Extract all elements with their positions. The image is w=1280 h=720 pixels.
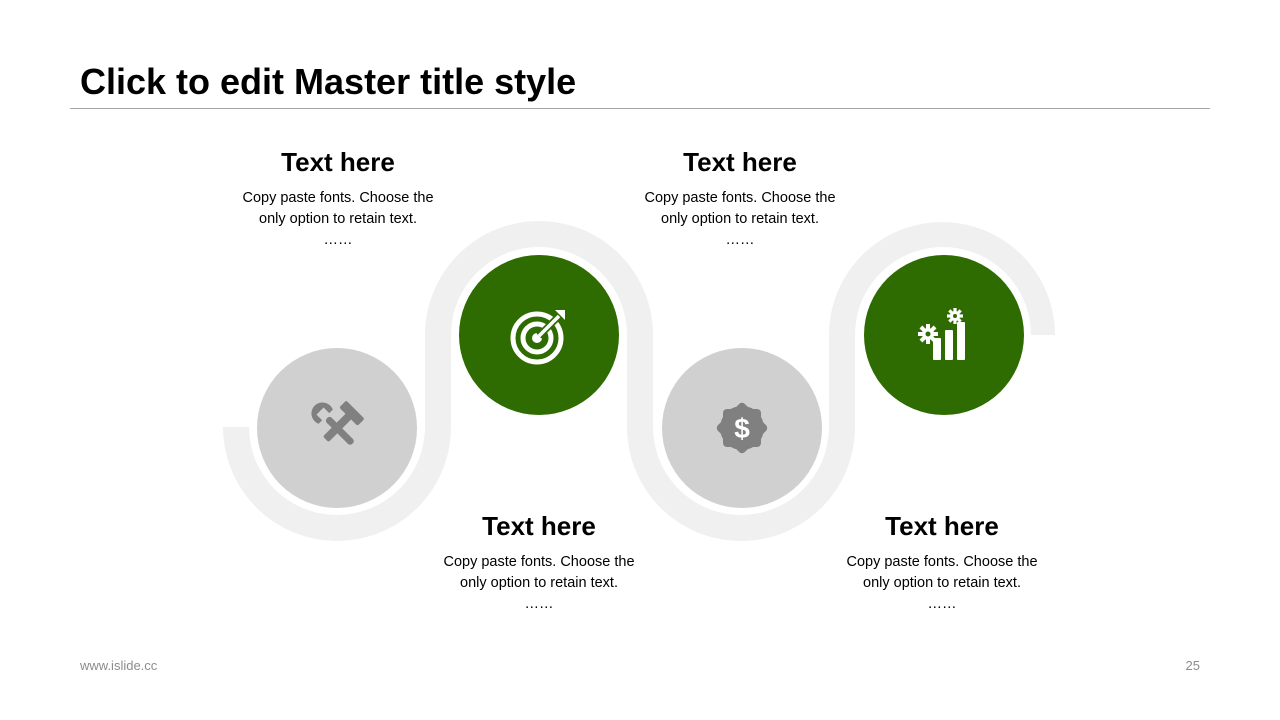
step-2-text: Text here Copy paste fonts. Choose the o… <box>419 510 659 612</box>
step-4-dots: …… <box>927 596 957 612</box>
step-2-description[interactable]: Copy paste fonts. Choose the only option… <box>419 552 659 594</box>
step-4-text: Text here Copy paste fonts. Choose the o… <box>822 510 1062 612</box>
page-number: 25 <box>1185 658 1200 673</box>
step-3-line-2: only option to retain text. <box>661 211 819 227</box>
svg-text:$: $ <box>734 413 750 444</box>
step-4-heading[interactable]: Text here <box>822 510 1062 542</box>
step-3-text: Text here Copy paste fonts. Choose the o… <box>620 146 860 248</box>
step-2-heading[interactable]: Text here <box>419 510 659 542</box>
step-3-line-1: Copy paste fonts. Choose the <box>644 190 836 206</box>
step-1-line-1: Copy paste fonts. Choose the <box>242 190 434 206</box>
step-3-heading[interactable]: Text here <box>620 146 860 178</box>
step-1-heading[interactable]: Text here <box>218 146 458 178</box>
step-1-line-2: only option to retain text. <box>259 211 417 227</box>
step-2-dots: …… <box>524 596 554 612</box>
step-1-text: Text here Copy paste fonts. Choose the o… <box>218 146 458 248</box>
step-2-line-2: only option to retain text. <box>460 575 618 591</box>
step-4-line-2: only option to retain text. <box>863 575 1021 591</box>
step-3-dots: …… <box>725 232 755 248</box>
step-1-dots: …… <box>323 232 353 248</box>
step-2-line-1: Copy paste fonts. Choose the <box>443 554 635 570</box>
footer-website: www.islide.cc <box>80 658 158 673</box>
step-4-disc <box>864 255 1024 415</box>
step-3-description[interactable]: Copy paste fonts. Choose the only option… <box>620 188 860 230</box>
step-1-description[interactable]: Copy paste fonts. Choose the only option… <box>218 188 458 230</box>
process-diagram: $ <box>223 221 1055 541</box>
step-4-description[interactable]: Copy paste fonts. Choose the only option… <box>822 552 1062 594</box>
step-4-line-1: Copy paste fonts. Choose the <box>846 554 1038 570</box>
